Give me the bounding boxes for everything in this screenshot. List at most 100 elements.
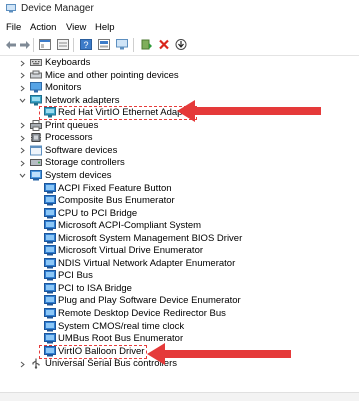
system-device-icon: [44, 320, 56, 332]
annotation-arrow-icon: [177, 100, 321, 122]
system-device-icon: [44, 282, 56, 294]
system-device-icon: [44, 245, 56, 256]
printer-icon: [30, 119, 42, 131]
tree-item[interactable]: Keyboards: [0, 57, 359, 69]
tree-item-label: Software devices: [45, 144, 118, 156]
tree-item[interactable]: Microsoft ACPI-Compliant System: [0, 220, 359, 232]
tree-item-label: NDIS Virtual Network Adapter Enumerator: [58, 257, 236, 269]
tree-item[interactable]: Monitors: [0, 82, 359, 94]
storage-icon: [30, 157, 42, 168]
tree-item[interactable]: NDIS Virtual Network Adapter Enumerator: [0, 257, 359, 270]
chevron-right-icon[interactable]: [18, 159, 26, 167]
back-arrow-icon[interactable]: [4, 38, 17, 51]
chevron-right-icon[interactable]: [18, 59, 26, 67]
tree-item[interactable]: PCI Bus: [0, 270, 359, 282]
system-device-icon: [44, 220, 56, 231]
device-manager-icon: [6, 4, 16, 13]
annotation-arrow-icon: [147, 343, 291, 365]
menu-bar: File Action View Help: [0, 19, 359, 34]
tree-item-label: Red Hat VirtIO Ethernet Adapter: [39, 106, 197, 121]
show-hidden-icon[interactable]: [97, 38, 110, 51]
system-device-icon: [44, 270, 56, 281]
title-bar: Device Manager: [0, 0, 359, 18]
chevron-right-icon[interactable]: [18, 134, 26, 142]
tree-item[interactable]: System devices: [0, 169, 359, 182]
tree-view-icon[interactable]: [38, 38, 51, 51]
tree-item-label: PCI Bus: [58, 270, 93, 282]
menu-action[interactable]: Action: [30, 22, 56, 33]
system-device-icon: [44, 333, 56, 344]
window-title: Device Manager: [21, 3, 94, 14]
menu-file[interactable]: File: [6, 22, 21, 33]
network-icon: [30, 94, 42, 106]
tree-item-label: Print queues: [45, 119, 99, 131]
chevron-right-icon[interactable]: [18, 72, 26, 80]
menu-view[interactable]: View: [66, 22, 86, 33]
tree-item-label: Mice and other pointing devices: [45, 69, 179, 81]
usb-icon: [30, 358, 42, 369]
tree-item-label: Composite Bus Enumerator: [58, 195, 175, 207]
tree-item[interactable]: Software devices: [0, 145, 359, 157]
system-device-icon: [44, 295, 56, 306]
tree-item-label: VirtIO Balloon Driver: [38, 344, 148, 359]
chevron-down-icon[interactable]: [18, 97, 26, 105]
tree-item-label: System CMOS/real time clock: [58, 320, 185, 332]
tree-item[interactable]: CPU to PCI Bridge: [0, 207, 359, 220]
toolbar-separator: [33, 38, 34, 52]
toolbar-separator: [73, 38, 74, 52]
chevron-right-icon[interactable]: [18, 147, 26, 155]
toolbar-separator: [133, 38, 134, 52]
software-icon: [30, 145, 42, 156]
mouse-icon: [30, 70, 42, 81]
tree-item-label: Microsoft System Management BIOS Driver: [58, 232, 243, 244]
tree-item[interactable]: Mice and other pointing devices: [0, 70, 359, 82]
tree-item-label: Plug and Play Software Device Enumerator: [58, 295, 241, 307]
tree-item-label: System devices: [45, 169, 112, 181]
tree-item-label: Processors: [45, 132, 93, 144]
tree-item-label: Storage controllers: [45, 157, 125, 169]
scan-hardware-icon[interactable]: [174, 38, 187, 51]
tree-item-label: Keyboards: [45, 57, 91, 68]
monitor-icon[interactable]: [115, 38, 128, 51]
system-device-icon: [44, 195, 56, 206]
tree-item[interactable]: Processors: [0, 132, 359, 144]
tree-item[interactable]: Microsoft Virtual Drive Enumerator: [0, 245, 359, 257]
system-device-icon: [44, 257, 56, 269]
system-folder-icon: [30, 169, 42, 181]
chevron-down-icon[interactable]: [18, 172, 26, 180]
tree-item-label: Microsoft ACPI-Compliant System: [58, 220, 202, 232]
tree-item-label: PCI to ISA Bridge: [58, 282, 132, 294]
chevron-right-icon[interactable]: [18, 84, 26, 92]
tree-item[interactable]: ACPI Fixed Feature Button: [0, 182, 359, 195]
tree-item-label: Remote Desktop Device Redirector Bus: [58, 308, 226, 319]
tree-item[interactable]: Remote Desktop Device Redirector Bus: [0, 308, 359, 320]
uninstall-icon[interactable]: [157, 38, 170, 51]
tree-item-label: ACPI Fixed Feature Button: [58, 182, 172, 194]
chevron-right-icon[interactable]: [18, 122, 26, 130]
monitor-icon: [30, 82, 42, 93]
tree-item[interactable]: Composite Bus Enumerator: [0, 195, 359, 207]
help-icon[interactable]: ?: [79, 38, 92, 51]
system-device-icon: [44, 182, 56, 194]
system-device-icon: [44, 232, 56, 244]
tree-item[interactable]: Storage controllers: [0, 157, 359, 169]
svg-text:?: ?: [83, 40, 88, 50]
update-driver-icon[interactable]: [140, 38, 153, 51]
toolbar: ?: [0, 35, 359, 56]
forward-arrow-icon[interactable]: [18, 38, 31, 51]
system-device-icon: [44, 308, 56, 319]
processor-icon: [30, 132, 42, 143]
tree-item-label: Monitors: [45, 82, 82, 94]
tree-item-label: Network adapters: [45, 94, 120, 106]
tree-item-label: Microsoft Virtual Drive Enumerator: [58, 245, 204, 257]
tree-item[interactable]: Microsoft System Management BIOS Driver: [0, 232, 359, 245]
tree-item-label: CPU to PCI Bridge: [58, 207, 138, 219]
properties-icon[interactable]: [56, 38, 69, 51]
tree-item[interactable]: PCI to ISA Bridge: [0, 282, 359, 295]
menu-help[interactable]: Help: [95, 22, 115, 33]
keyboard-icon: [30, 57, 42, 68]
system-device-icon: [44, 207, 56, 219]
chevron-right-icon[interactable]: [18, 360, 26, 368]
tree-item[interactable]: Plug and Play Software Device Enumerator: [0, 295, 359, 307]
tree-item[interactable]: System CMOS/real time clock: [0, 320, 359, 333]
